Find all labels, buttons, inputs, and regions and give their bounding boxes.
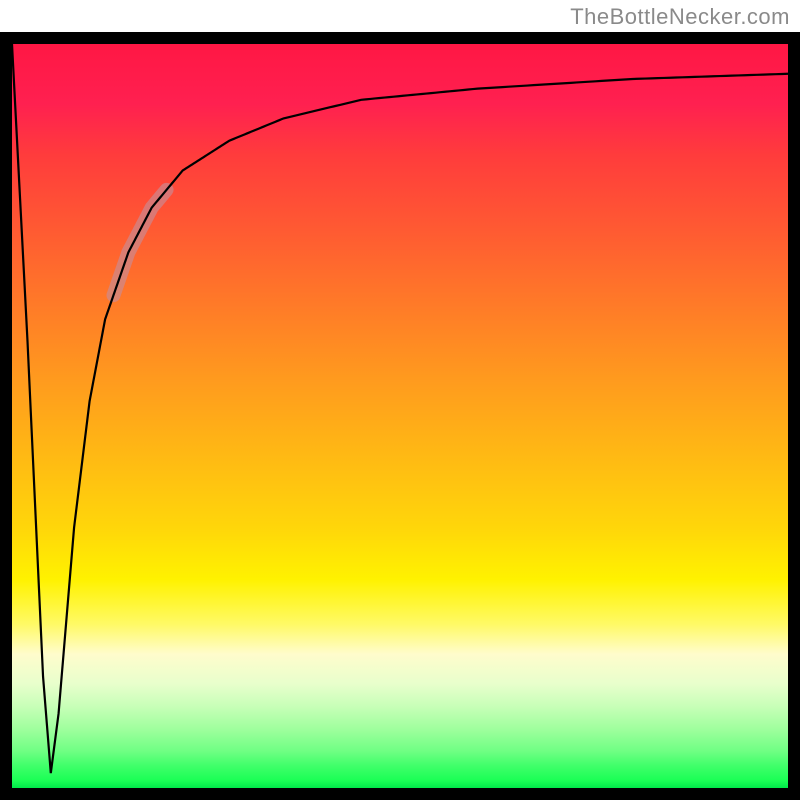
highlight-segment (114, 190, 167, 295)
plot-area (12, 44, 788, 788)
bottleneck-curve-line (12, 44, 788, 773)
chart-svg (12, 44, 788, 788)
attribution-text: TheBottleNecker.com (570, 4, 790, 30)
chart-frame (0, 32, 800, 800)
